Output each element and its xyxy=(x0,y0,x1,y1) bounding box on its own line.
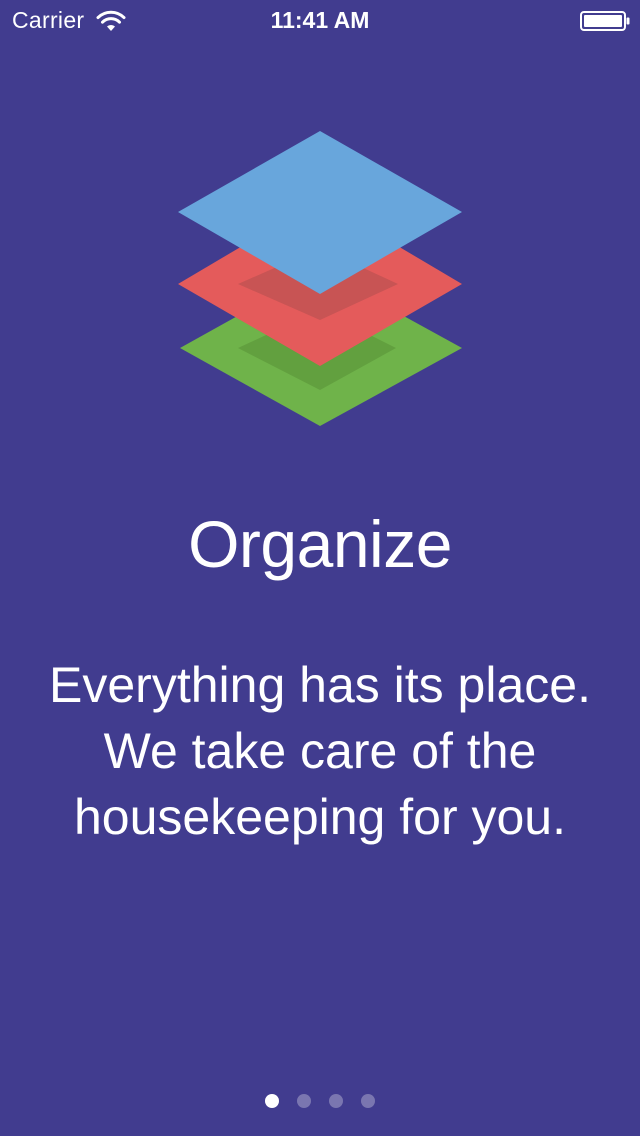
page-dot-3[interactable] xyxy=(329,1094,343,1108)
page-dot-4[interactable] xyxy=(361,1094,375,1108)
onboarding-screen: Carrier 11:41 AM Organize Everything has… xyxy=(0,0,640,1136)
battery-icon xyxy=(580,11,630,31)
description-line: We take care of the xyxy=(103,723,537,779)
page-title: Organize xyxy=(188,507,452,581)
page-control[interactable] xyxy=(0,1094,640,1110)
status-bar: Carrier 11:41 AM xyxy=(0,0,640,40)
page-description: Everything has its place. We take care o… xyxy=(20,652,620,850)
description-line: Everything has its place. xyxy=(49,657,591,713)
description-line: housekeeping for you. xyxy=(73,789,567,845)
page-dot-2[interactable] xyxy=(297,1094,311,1108)
stacked-layers-icon xyxy=(178,131,462,426)
page-dot-1[interactable] xyxy=(265,1094,279,1108)
status-time: 11:41 AM xyxy=(270,7,370,33)
